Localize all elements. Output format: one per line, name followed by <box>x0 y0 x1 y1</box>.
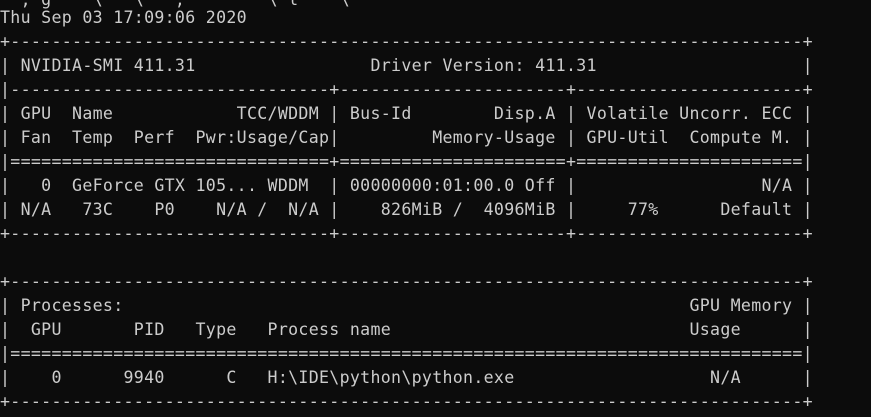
bottom-edge <box>0 413 8 417</box>
processes-title-row: | Processes: GPU Memory | <box>0 296 813 315</box>
table-border-top: +---------------------------------------… <box>0 32 813 51</box>
nvidia-smi-version-line: | NVIDIA-SMI 411.31 Driver Version: 411.… <box>0 56 813 75</box>
table-divider: |-------------------------------+-------… <box>0 80 813 99</box>
terminal-window[interactable]: , g \ \ , \ l \ Thu Sep 03 17:09:06 2020… <box>0 0 871 417</box>
gpu-row-1: | 0 GeForce GTX 105... WDDM | 00000000:0… <box>0 176 813 195</box>
process-row: | 0 9940 C H:\IDE\python\python.exe N/A … <box>0 368 813 387</box>
nvidia-smi-output[interactable]: Thu Sep 03 17:09:06 2020 +---------------… <box>0 6 813 414</box>
processes-border-top: +---------------------------------------… <box>0 272 813 291</box>
gpu-header-row-1: | GPU Name TCC/WDDM | Bus-Id Disp.A | Vo… <box>0 104 813 123</box>
gpu-header-row-2: | Fan Temp Perf Pwr:Usage/Cap| Memory-Us… <box>0 128 813 147</box>
gpu-header-separator: |===============================+=======… <box>0 152 813 171</box>
gpu-row-2: | N/A 73C P0 N/A / N/A | 826MiB / 4096Mi… <box>0 200 813 219</box>
processes-header-separator: |=======================================… <box>0 344 813 363</box>
processes-border-bottom: +---------------------------------------… <box>0 392 813 411</box>
timestamp-line: Thu Sep 03 17:09:06 2020 <box>0 8 247 27</box>
processes-header-row: | GPU PID Type Process name Usage | <box>0 320 813 339</box>
gpu-table-bottom: +-------------------------------+-------… <box>0 224 813 243</box>
